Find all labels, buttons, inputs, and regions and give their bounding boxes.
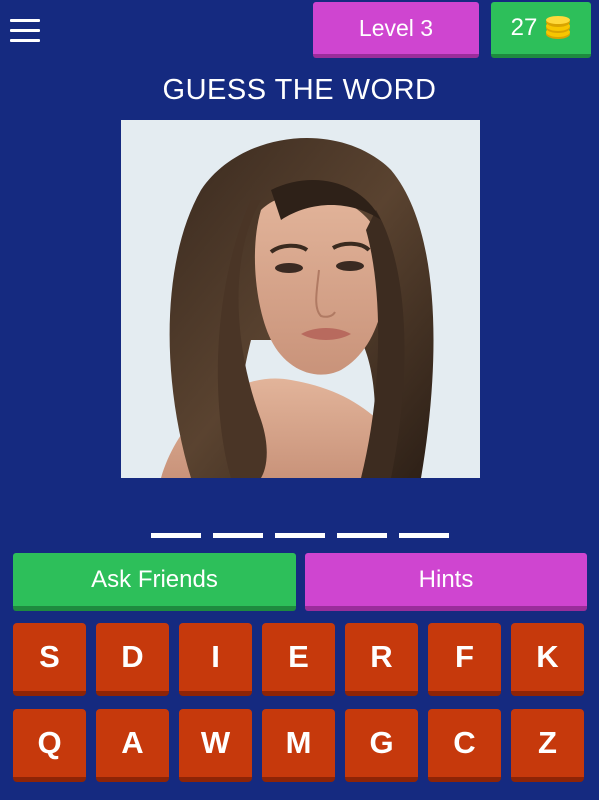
letter-key[interactable]: R <box>345 623 418 696</box>
menu-bar <box>10 19 40 22</box>
letter-key[interactable]: K <box>511 623 584 696</box>
menu-bar <box>10 29 40 32</box>
letter-key[interactable]: C <box>428 709 501 782</box>
letter-key[interactable]: I <box>179 623 252 696</box>
letter-key[interactable]: Q <box>13 709 86 782</box>
letter-key[interactable]: E <box>262 623 335 696</box>
letter-keyboard: S D I E R F K Q A W M G C Z <box>13 623 588 782</box>
letter-key[interactable]: G <box>345 709 418 782</box>
answer-slot[interactable] <box>150 533 201 538</box>
hints-button[interactable]: Hints <box>305 553 587 611</box>
letter-key[interactable]: S <box>13 623 86 696</box>
menu-bar <box>10 39 40 42</box>
answer-slot[interactable] <box>212 533 263 538</box>
puzzle-photo <box>121 120 480 478</box>
answer-slot[interactable] <box>274 533 325 538</box>
letter-key[interactable]: F <box>428 623 501 696</box>
page-title: GUESS THE WORD <box>162 74 437 106</box>
letter-key[interactable]: D <box>96 623 169 696</box>
portrait-image <box>121 120 480 478</box>
menu-icon[interactable] <box>10 19 40 43</box>
ask-friends-button[interactable]: Ask Friends <box>13 553 296 611</box>
level-badge[interactable]: Level 3 <box>313 2 479 58</box>
coins-badge[interactable]: 27 <box>491 2 591 58</box>
answer-slot[interactable] <box>336 533 387 538</box>
answer-slot[interactable] <box>398 533 449 538</box>
coin-stack-icon <box>546 16 571 39</box>
coin-count: 27 <box>510 14 538 41</box>
letter-key[interactable]: Z <box>511 709 584 782</box>
letter-key[interactable]: M <box>262 709 335 782</box>
letter-key[interactable]: A <box>96 709 169 782</box>
letter-key[interactable]: W <box>179 709 252 782</box>
level-label: Level 3 <box>358 14 434 41</box>
answer-slots <box>0 533 599 538</box>
